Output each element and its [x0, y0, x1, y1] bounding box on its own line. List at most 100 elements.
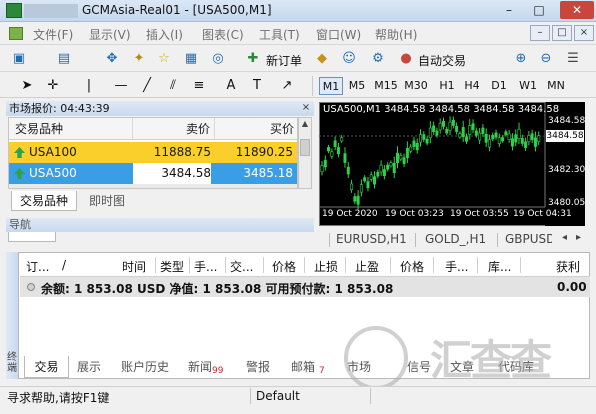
chat-icon[interactable]: ☺	[340, 50, 358, 68]
arrows-tool-icon[interactable]: ↗	[278, 77, 296, 95]
timeframe-m1[interactable]: M1	[319, 77, 343, 95]
fibonacci-icon[interactable]: ≡	[190, 77, 208, 95]
column-profit[interactable]: 获利	[556, 258, 580, 275]
trendline-icon[interactable]: ╱	[138, 77, 156, 95]
chart-tab-gbpusd[interactable]: GBPUSD	[505, 232, 552, 246]
timeframe-w1[interactable]: W1	[516, 77, 540, 95]
scroll-up-arrow-icon[interactable]: ▲	[300, 118, 310, 130]
timeframe-mn[interactable]: MN	[542, 77, 570, 95]
navigator-tab-common[interactable]	[8, 232, 56, 242]
strategy-tester-icon[interactable]: ◎	[209, 50, 227, 68]
tab-scroll-left-icon[interactable]: ◂	[562, 232, 567, 243]
column-symbol[interactable]: 交...	[230, 258, 253, 275]
column-time[interactable]: 时间	[122, 258, 146, 275]
new-order-button[interactable]: 新订单	[266, 52, 302, 69]
terminal-tab-exposure[interactable]: 展示	[77, 356, 101, 378]
window-title: GCMAsia-Real01 - [USA500,M1]	[82, 3, 272, 17]
new-chart-icon[interactable]: ▣	[10, 50, 28, 68]
column-price[interactable]: 价格	[400, 258, 424, 275]
timeframe-h4[interactable]: H4	[460, 77, 484, 95]
horizontal-line-icon[interactable]: —	[112, 77, 130, 95]
terminal-tab-trade[interactable]: 交易	[24, 356, 69, 378]
column-commission[interactable]: 手...	[445, 258, 468, 275]
column-take-profit[interactable]: 止盈	[355, 258, 379, 275]
chart-tab-gold[interactable]: GOLD_,H1	[425, 232, 486, 246]
mdi-close-button[interactable]: ×	[574, 25, 594, 41]
market-watch-close-button[interactable]: ×	[300, 102, 312, 114]
menu-charts[interactable]: 图表(C)	[202, 26, 244, 43]
text-tool-icon[interactable]: A	[222, 77, 240, 95]
bid-price: 11888.75	[153, 145, 211, 159]
candle-body	[336, 147, 340, 155]
column-volume[interactable]: 手...	[194, 258, 217, 275]
market-row-usa100[interactable]: USA100 11888.75 11890.25	[9, 142, 297, 163]
tile-windows-icon[interactable]: ☰	[564, 50, 582, 68]
minimize-button[interactable]: –	[496, 1, 522, 19]
terminal-icon[interactable]: ▦	[182, 50, 200, 68]
column-open-price[interactable]: 价格	[272, 258, 296, 275]
menu-insert[interactable]: 插入(I)	[146, 26, 183, 43]
menu-window[interactable]: 窗口(W)	[316, 26, 361, 43]
candle-body	[484, 133, 488, 143]
terminal-tab-alerts[interactable]: 警报	[246, 356, 270, 378]
column-stop-loss[interactable]: 止损	[314, 258, 338, 275]
candle-body	[481, 127, 485, 134]
channel-icon[interactable]: ⫽	[164, 77, 182, 95]
market-row-usa500[interactable]: USA500 3484.58 3485.18	[9, 163, 297, 184]
cursor-icon[interactable]: ➤	[18, 77, 36, 95]
navigator-icon[interactable]: ✦	[130, 50, 148, 68]
zoom-out-icon[interactable]: ⊖	[537, 50, 555, 68]
time-axis-label: 19 Oct 03:23	[385, 209, 444, 219]
column-separator	[520, 257, 521, 273]
vertical-line-icon[interactable]: |	[80, 77, 98, 95]
close-button[interactable]: ✕	[560, 1, 594, 19]
options-icon[interactable]: ⚙	[369, 50, 387, 68]
timeframe-m5[interactable]: M5	[345, 77, 369, 95]
chart-title: USA500,M1 3484.58 3484.58 3484.58 3484.5…	[323, 104, 560, 115]
column-header-symbol[interactable]: 交易品种	[9, 118, 133, 140]
auto-trading-button[interactable]: 自动交易	[418, 52, 466, 69]
timeframe-h1[interactable]: H1	[435, 77, 459, 95]
chart-tab-eurusd[interactable]: EURUSD,H1	[336, 232, 407, 246]
column-header-ask[interactable]: 买价	[215, 118, 297, 140]
tab-tick-chart[interactable]: 即时图	[81, 191, 133, 211]
menu-file[interactable]: 文件(F)	[33, 26, 73, 43]
mdi-restore-button[interactable]: □	[552, 25, 572, 41]
new-order-icon[interactable]: ✚	[244, 50, 262, 68]
terminal-tab-mailbox[interactable]: 邮箱 7	[291, 356, 325, 378]
mail-count-badge: 7	[319, 366, 325, 376]
up-arrow-icon	[14, 147, 25, 158]
timeframe-m15[interactable]: M15	[372, 77, 400, 95]
scrollbar-thumb[interactable]	[300, 139, 310, 156]
zoom-in-icon[interactable]: ⊕	[512, 50, 530, 68]
column-order[interactable]: 订...	[26, 258, 49, 275]
menu-view[interactable]: 显示(V)	[89, 26, 131, 43]
maximize-button[interactable]: □	[526, 1, 552, 19]
column-header-bid[interactable]: 卖价	[133, 118, 215, 140]
symbol-name: USA500	[29, 166, 77, 180]
mdi-minimize-button[interactable]: –	[530, 25, 550, 41]
timeframe-m30[interactable]: M30	[402, 77, 430, 95]
column-swap[interactable]: 库...	[488, 258, 511, 275]
tab-separator	[497, 233, 498, 247]
terminal-tab-signals[interactable]: 信号	[407, 356, 431, 378]
data-window-icon[interactable]: ☆	[155, 50, 173, 68]
tab-scroll-right-icon[interactable]: ▸	[576, 232, 581, 243]
market-watch-icon[interactable]: ✥	[103, 50, 121, 68]
candle-body	[458, 133, 462, 138]
crosshair-icon[interactable]: ✛	[44, 77, 62, 95]
terminal-tab-account-history[interactable]: 账户历史	[121, 356, 169, 378]
auto-trading-icon[interactable]: ●	[397, 50, 415, 68]
candlestick-plot	[319, 102, 585, 226]
timeframe-d1[interactable]: D1	[487, 77, 511, 95]
candle-body	[438, 122, 442, 131]
label-tool-icon[interactable]: T	[248, 77, 266, 95]
profiles-icon[interactable]: ▤	[55, 50, 73, 68]
column-type[interactable]: 类型	[160, 258, 184, 275]
menu-help[interactable]: 帮助(H)	[375, 26, 417, 43]
metaeditor-icon[interactable]: ◆	[313, 50, 331, 68]
terminal-tab-news[interactable]: 新闻99	[188, 356, 223, 378]
candle-body	[402, 157, 406, 164]
tab-symbols[interactable]: 交易品种	[11, 191, 78, 211]
menu-tools[interactable]: 工具(T)	[259, 26, 300, 43]
